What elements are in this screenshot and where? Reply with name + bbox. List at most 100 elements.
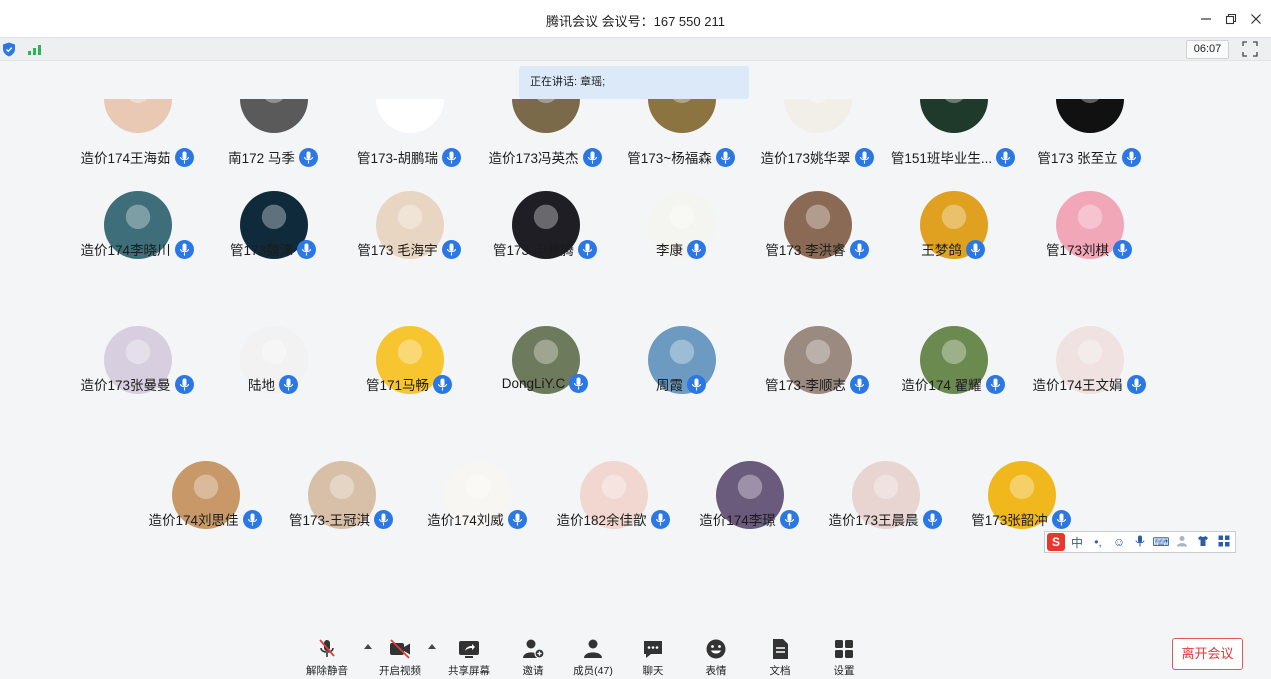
invite-button[interactable]: 邀请: [503, 638, 563, 678]
participant-name: 管173 张至立: [1037, 151, 1118, 166]
chat-button[interactable]: 聊天: [623, 638, 683, 678]
participant-tile[interactable]: 管173刘棋: [1021, 191, 1157, 291]
participant-tile[interactable]: 造价174刘威: [409, 461, 545, 561]
settings-button[interactable]: 设置: [814, 638, 874, 678]
participant-name: 造价174李晓川: [80, 243, 171, 258]
leave-meeting-button[interactable]: 离开会议: [1172, 638, 1243, 670]
chevron-up-icon[interactable]: [428, 643, 436, 649]
documents-button[interactable]: 文档: [750, 638, 810, 678]
participant-name-line: 管173-申腾腾: [477, 239, 613, 259]
participant-name: 造价173王晨晨: [828, 513, 919, 528]
participant-name-line: 造价174刘威: [409, 509, 545, 529]
participant-name-line: 李康: [613, 239, 749, 259]
window-title: 腾讯会议 会议号：167 550 211: [546, 14, 725, 29]
minimize-icon: [1201, 18, 1211, 20]
participant-name: 造价173张曼曼: [80, 378, 171, 393]
participant-tile[interactable]: 造价173张曼曼: [69, 326, 205, 426]
participant-tile[interactable]: 造价174王文娟: [1021, 326, 1157, 426]
participant-name: 陆地: [248, 378, 275, 393]
add-person-icon: [523, 639, 545, 659]
participant-tile[interactable]: 造价173姚华翠: [749, 99, 885, 199]
keyboard-icon[interactable]: ⌨: [1152, 535, 1170, 549]
participant-tile[interactable]: 管173 毛海宇: [341, 191, 477, 291]
participant-tile[interactable]: 造价173冯英杰: [477, 99, 613, 199]
signal-bar: [38, 45, 41, 55]
microphone-status-icon: [1126, 374, 1146, 394]
participant-name: 管173 李洪睿: [765, 243, 846, 258]
participant-tile[interactable]: 造价182余佳歆: [545, 461, 681, 561]
participant-tile[interactable]: 管171马畅: [341, 326, 477, 426]
participant-tile[interactable]: 管173 李洪睿: [749, 191, 885, 291]
participant-tile[interactable]: 周霞: [613, 326, 749, 426]
microphone-status-icon: [715, 147, 735, 167]
avatar: [1056, 99, 1124, 133]
participant-tile[interactable]: 管173-申腾腾: [477, 191, 613, 291]
participant-name: 造价182余佳歆: [556, 513, 647, 528]
participant-name: 造价174 翟耀: [901, 378, 982, 393]
participant-name-line: 管173-胡鹏瑞: [341, 147, 477, 167]
participant-tile[interactable]: DongLiY.C: [477, 326, 613, 426]
microphone-status-icon: [279, 374, 298, 394]
ime-mode-toggle[interactable]: 中: [1068, 534, 1086, 551]
settings-label: 设置: [833, 665, 855, 677]
participant-tile[interactable]: 造价174李晓川: [69, 191, 205, 291]
participant-tile[interactable]: 南172 马季: [205, 99, 341, 199]
participant-tile[interactable]: 管173-李顺志: [749, 326, 885, 426]
participant-tile[interactable]: 管173 张至立: [1021, 99, 1157, 199]
participant-name-line: 造价174李璟: [681, 509, 817, 529]
invite-label: 邀请: [522, 665, 544, 677]
participant-tile[interactable]: 管173魏涞: [205, 191, 341, 291]
participant-name: 管173刘棋: [1045, 243, 1110, 258]
participant-name: 管151班毕业生...: [890, 151, 993, 166]
participant-tile[interactable]: 管151班毕业生...: [885, 99, 1021, 199]
participant-name-line: 管173 李洪睿: [749, 239, 885, 259]
emoji-icon[interactable]: ☺: [1110, 535, 1128, 549]
settings-grid-icon: [835, 640, 853, 658]
participant-name: 管173-胡鹏瑞: [356, 151, 439, 166]
ime-punct-toggle[interactable]: •,: [1089, 535, 1107, 549]
document-icon: [773, 639, 788, 659]
user-icon[interactable]: [1173, 535, 1191, 550]
participant-tile[interactable]: 造价174王海茹: [69, 99, 205, 199]
person-icon: [1177, 535, 1187, 546]
unmute-button[interactable]: 解除静音: [297, 638, 357, 678]
microphone-status-icon: [650, 509, 670, 529]
fullscreen-icon[interactable]: [1242, 41, 1258, 57]
participant-name: 管173 毛海宇: [357, 243, 438, 258]
participant-name-line: 管173~杨福森: [613, 147, 749, 167]
avatar: [240, 99, 308, 133]
participant-tile[interactable]: 造价174 翟耀: [885, 326, 1021, 426]
microphone-status-icon: [582, 147, 602, 167]
participant-tile[interactable]: 王梦鸽: [885, 191, 1021, 291]
participant-tile[interactable]: 管173-王冠淇: [273, 461, 409, 561]
skin-icon[interactable]: [1194, 535, 1212, 550]
minimize-button[interactable]: [1195, 9, 1217, 29]
close-button[interactable]: [1245, 9, 1267, 29]
security-shield-icon[interactable]: [2, 42, 16, 57]
microphone-status-icon: [441, 239, 461, 259]
sogou-logo-icon[interactable]: S: [1047, 533, 1065, 551]
participant-name-line: 王梦鸽: [885, 239, 1021, 259]
participant-tile[interactable]: 李康: [613, 191, 749, 291]
share-screen-button[interactable]: 共享屏幕: [439, 638, 499, 678]
participant-name: 王梦鸽: [921, 243, 962, 258]
toolbox-icon[interactable]: [1215, 535, 1233, 550]
avatar: [512, 99, 580, 133]
reactions-button[interactable]: 表情: [686, 638, 746, 678]
participant-tile[interactable]: 管173~杨福森: [613, 99, 749, 199]
members-button[interactable]: 成员(47): [563, 638, 623, 678]
participant-tile[interactable]: 管173-胡鹏瑞: [341, 99, 477, 199]
participant-tile[interactable]: 陆地: [205, 326, 341, 426]
network-signal-icon[interactable]: [28, 43, 42, 55]
participant-tile[interactable]: 造价173王晨晨: [817, 461, 953, 561]
restore-button[interactable]: [1220, 9, 1242, 29]
participant-tile[interactable]: 造价174刘思佳: [137, 461, 273, 561]
unmute-label: 解除静音: [306, 665, 348, 677]
smiley-icon: [706, 639, 726, 659]
microphone-status-icon: [298, 147, 318, 167]
participant-tile[interactable]: 造价174李璟: [681, 461, 817, 561]
ime-voice-icon[interactable]: [1131, 535, 1149, 550]
participant-name: 造价173姚华翠: [760, 151, 851, 166]
microphone-status-icon: [996, 147, 1016, 167]
start-video-button[interactable]: 开启视频: [370, 638, 430, 678]
